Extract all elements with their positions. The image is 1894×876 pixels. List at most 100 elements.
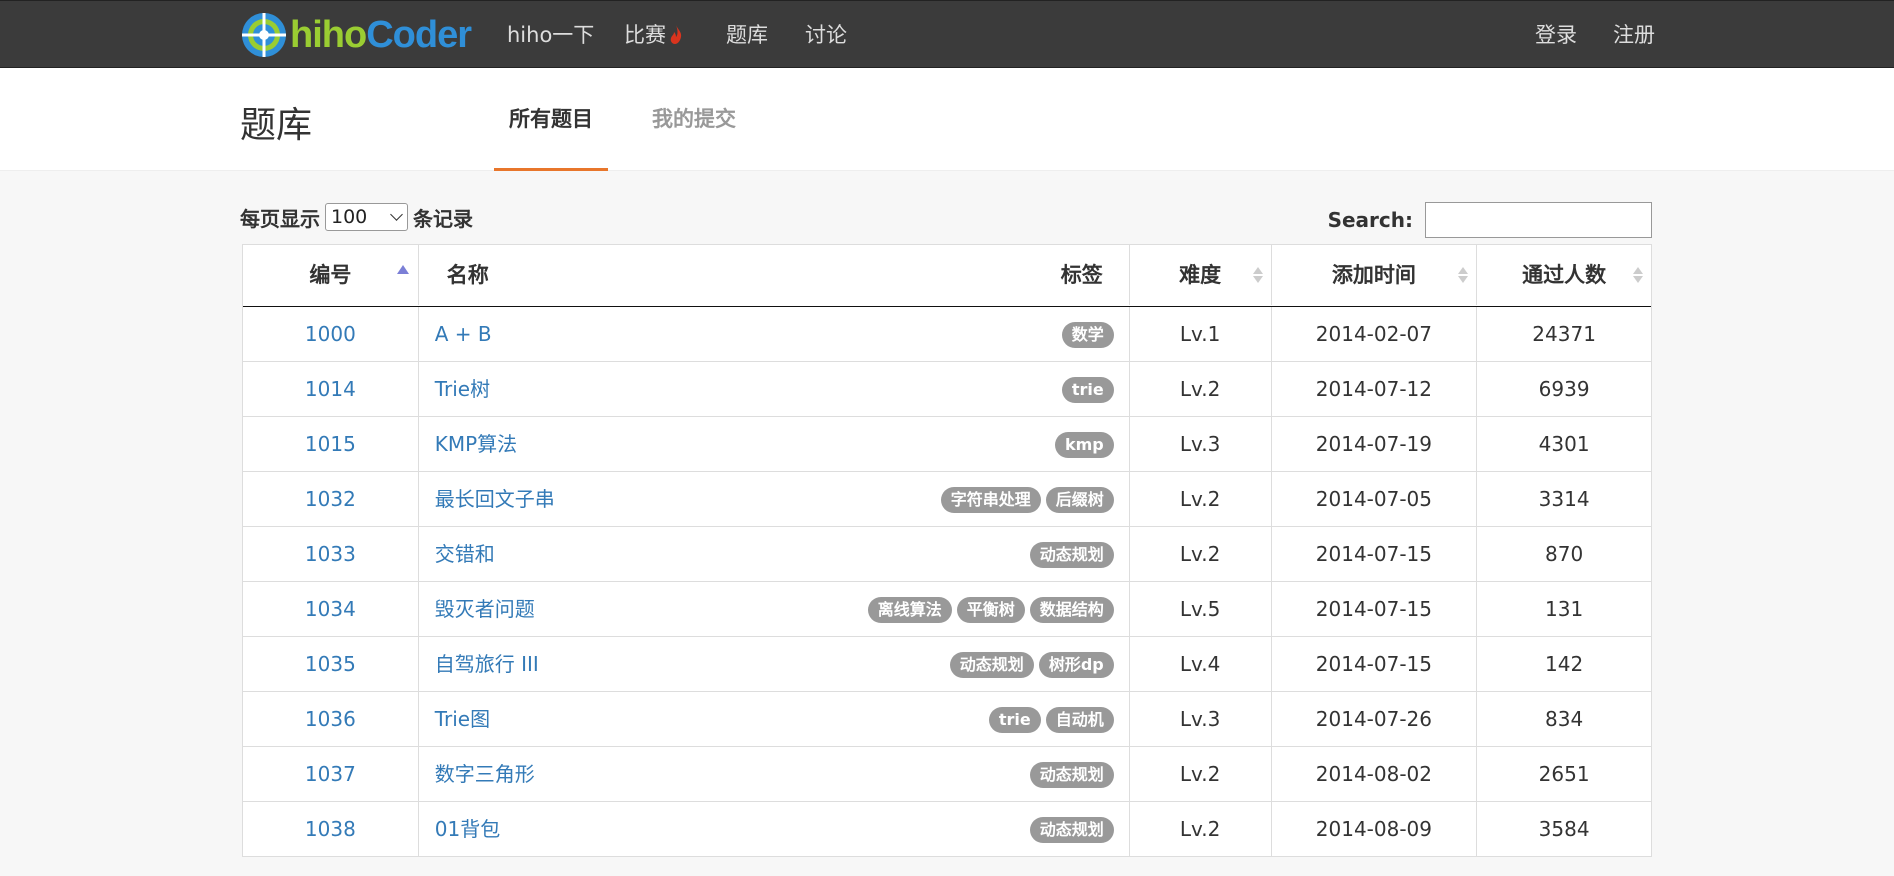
nav-contest-label: 比赛 (624, 23, 666, 47)
table-row: 1038 01背包 动态规划 Lv.2 2014-08-09 3584 (243, 802, 1651, 857)
problem-id-link[interactable]: 1034 (305, 597, 356, 621)
cell-id: 1037 (243, 747, 419, 801)
table-row: 1014 Trie树 trie Lv.2 2014-07-12 6939 (243, 362, 1651, 417)
nav-contest[interactable]: 比赛 (624, 1, 683, 69)
cell-passed: 4301 (1538, 432, 1590, 456)
page-length-select[interactable]: 100 (325, 203, 408, 231)
brand-logo-link[interactable]: hihoCoder (240, 11, 472, 59)
tag-badge[interactable]: 动态规划 (1029, 762, 1114, 788)
table-row: 1033 交错和 动态规划 Lv.2 2014-07-15 870 (243, 527, 1651, 582)
tag-list: kmp (1054, 432, 1114, 458)
cell-passed: 142 (1545, 652, 1584, 676)
brand-coder-text: Coder (366, 13, 472, 56)
tab-all-problems[interactable]: 所有题目 (494, 68, 608, 171)
crosshair-logo-icon (242, 13, 286, 57)
cell-passed: 3314 (1538, 487, 1590, 511)
cell-level: Lv.3 (1130, 692, 1272, 746)
nav-hiho-yixia[interactable]: hiho一下 (507, 1, 594, 69)
cell-id: 1036 (243, 692, 419, 746)
cell-name: 交错和 动态规划 (419, 527, 1130, 581)
tag-badge[interactable]: 字符串处理 (940, 487, 1041, 513)
length-suffix-label: 条记录 (413, 206, 473, 231)
search-input[interactable] (1425, 202, 1652, 238)
register-link[interactable]: 注册 (1613, 1, 1655, 69)
tag-badge[interactable]: 动态规划 (1029, 817, 1114, 843)
problem-name-link[interactable]: 交错和 (435, 527, 495, 581)
cell-level: Lv.2 (1130, 472, 1272, 526)
cell-level: Lv.3 (1130, 417, 1272, 471)
column-header-id-label: 编号 (309, 263, 352, 287)
table-header-row: 编号 名称 标签 难度 添加时间 通过人数 (243, 245, 1651, 307)
tag-list: 动态规划 (1029, 542, 1114, 568)
tag-badge[interactable]: trie (1061, 377, 1114, 403)
top-navbar: hihoCoder hiho一下 比赛 题库 讨论 登录 注册 (0, 0, 1894, 68)
problem-id-link[interactable]: 1035 (305, 652, 356, 676)
flame-icon (670, 25, 682, 44)
problem-id-link[interactable]: 1038 (305, 817, 356, 841)
tag-badge[interactable]: 后缀树 (1045, 487, 1114, 513)
column-header-date[interactable]: 添加时间 (1272, 245, 1478, 305)
column-header-tags-label: 标签 (1060, 263, 1103, 287)
cell-passed: 24371 (1532, 322, 1596, 346)
tag-badge[interactable]: 数学 (1061, 322, 1114, 348)
tag-list: 数学 (1061, 322, 1114, 348)
search-control: Search: (1328, 202, 1652, 238)
tag-badge[interactable]: 平衡树 (956, 597, 1025, 623)
problem-id-link[interactable]: 1000 (305, 322, 356, 346)
problem-name-link[interactable]: 最长回文子串 (435, 472, 555, 526)
cell-date: 2014-08-02 (1272, 747, 1478, 801)
problem-name-link[interactable]: 数字三角形 (435, 747, 535, 801)
tag-badge[interactable]: 自动机 (1045, 707, 1114, 733)
problem-id-link[interactable]: 1033 (305, 542, 356, 566)
cell-name: 01背包 动态规划 (419, 802, 1130, 856)
problem-id-link[interactable]: 1014 (305, 377, 356, 401)
sort-both-icon (1252, 265, 1263, 285)
cell-id: 1034 (243, 582, 419, 636)
tag-list: 动态规划 树形dp (949, 652, 1114, 678)
column-header-passed[interactable]: 通过人数 (1477, 245, 1651, 305)
problem-id-link[interactable]: 1032 (305, 487, 356, 511)
cell-date: 2014-02-07 (1272, 307, 1478, 361)
problem-id-link[interactable]: 1015 (305, 432, 356, 456)
problem-table: 编号 名称 标签 难度 添加时间 通过人数 1000 A + B 数学 Lv.1 2014… (242, 244, 1652, 857)
cell-date: 2014-07-19 (1272, 417, 1478, 471)
cell-date: 2014-07-15 (1272, 527, 1478, 581)
column-header-id[interactable]: 编号 (243, 245, 419, 305)
tag-badge[interactable]: 离线算法 (867, 597, 952, 623)
column-header-level-label: 难度 (1179, 263, 1222, 287)
tag-list: 动态规划 (1029, 817, 1114, 843)
nav-discuss[interactable]: 讨论 (805, 1, 847, 69)
column-header-name-label: 名称 (446, 263, 489, 287)
cell-level: Lv.2 (1130, 362, 1272, 416)
tag-badge[interactable]: trie (988, 707, 1041, 733)
tag-list: trie 自动机 (988, 707, 1114, 733)
problem-name-link[interactable]: 毁灭者问题 (435, 582, 535, 636)
tag-badge[interactable]: 树形dp (1038, 652, 1114, 678)
cell-level: Lv.2 (1130, 527, 1272, 581)
problem-id-link[interactable]: 1036 (305, 707, 356, 731)
length-prefix-label: 每页显示 (240, 206, 320, 231)
problem-id-link[interactable]: 1037 (305, 762, 356, 786)
tab-my-submissions[interactable]: 我的提交 (652, 68, 736, 171)
problem-name-link[interactable]: 01背包 (435, 802, 500, 856)
table-row: 1036 Trie图 trie 自动机 Lv.3 2014-07-26 834 (243, 692, 1651, 747)
cell-date: 2014-07-26 (1272, 692, 1478, 746)
cell-level: Lv.5 (1130, 582, 1272, 636)
tag-badge[interactable]: 动态规划 (949, 652, 1034, 678)
problem-name-link[interactable]: Trie树 (435, 362, 490, 416)
cell-passed: 2651 (1538, 762, 1590, 786)
problem-name-link[interactable]: 自驾旅行 III (435, 637, 539, 691)
tag-badge[interactable]: 数据结构 (1029, 597, 1114, 623)
login-link[interactable]: 登录 (1535, 1, 1577, 69)
brand-name: hihoCoder (290, 13, 472, 57)
tag-badge[interactable]: 动态规划 (1029, 542, 1114, 568)
sort-both-icon (1458, 265, 1469, 285)
tag-badge[interactable]: kmp (1054, 432, 1114, 458)
nav-problems[interactable]: 题库 (726, 1, 768, 69)
sort-both-icon (1632, 265, 1643, 285)
column-header-level[interactable]: 难度 (1130, 245, 1272, 305)
tag-list: 动态规划 (1029, 762, 1114, 788)
problem-name-link[interactable]: Trie图 (435, 692, 490, 746)
problem-name-link[interactable]: KMP算法 (435, 417, 517, 471)
problem-name-link[interactable]: A + B (435, 307, 492, 361)
